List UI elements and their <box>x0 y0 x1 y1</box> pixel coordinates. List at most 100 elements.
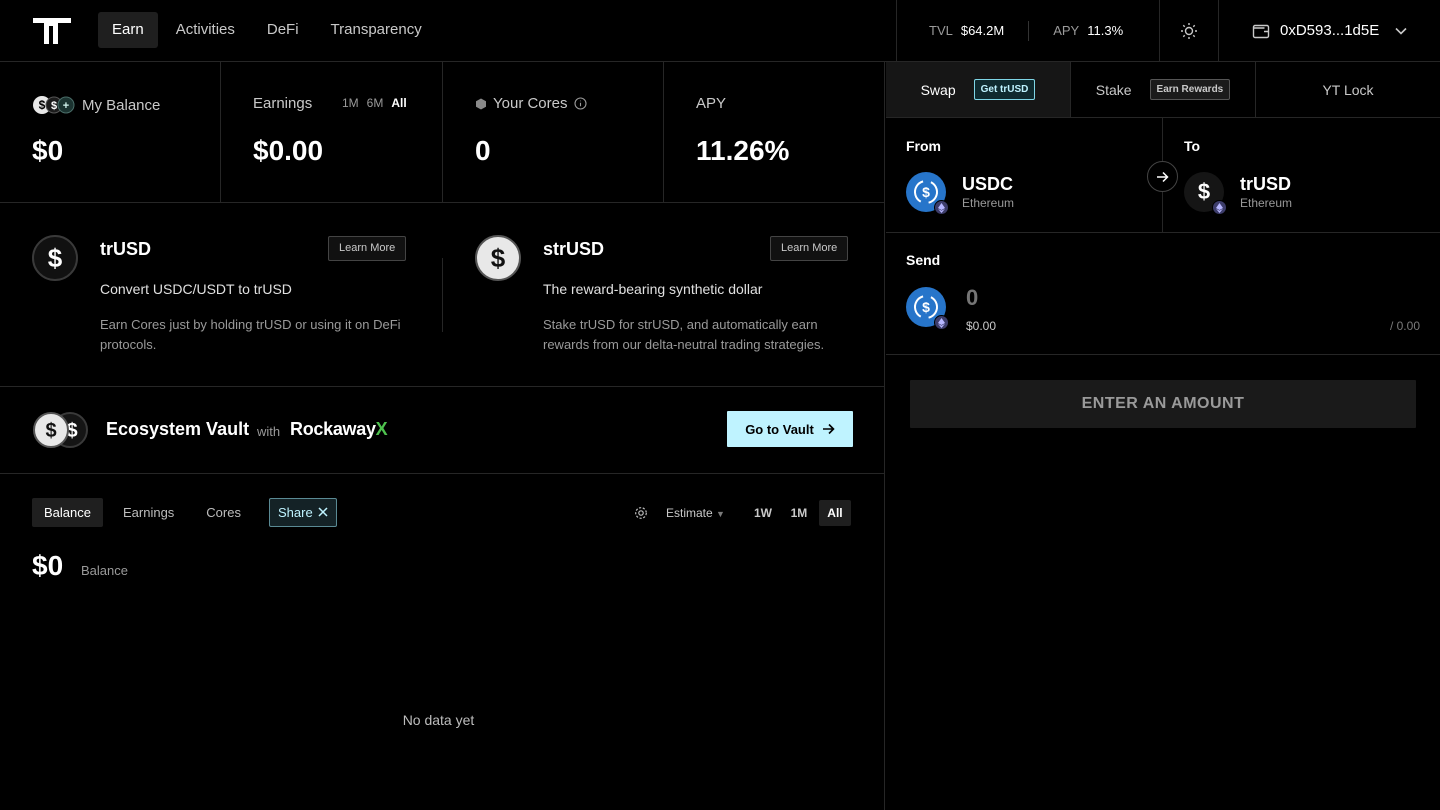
send-label: Send <box>906 252 941 268</box>
trufi-logo[interactable] <box>32 17 72 45</box>
earnings-value: $0.00 <box>253 135 324 166</box>
send-balance[interactable]: / 0.00 <box>1390 319 1420 333</box>
cores-card: Your Cores 0 <box>443 62 664 203</box>
estimate-dropdown[interactable]: Estimate ▼ <box>666 506 725 520</box>
cores-label: Your Cores <box>493 95 568 112</box>
from-token-selector[interactable]: From $ USDC Ethereum <box>886 118 1163 233</box>
rockaway-x: X <box>375 419 388 439</box>
cores-value: 0 <box>475 135 491 166</box>
get-trusd-badge: Get trUSD <box>973 79 1036 100</box>
period-all[interactable]: All <box>391 96 406 110</box>
to-token-selector[interactable]: To $ trUSD Ethereum <box>1164 118 1440 233</box>
strusd-learn-more-button[interactable]: Learn More <box>770 236 849 261</box>
stats-row: $ $ + My Balance $0 Earnings 1M 6M All $… <box>0 62 885 203</box>
wallet-icon <box>1252 24 1270 38</box>
share-on-x-button[interactable]: Share <box>268 498 338 527</box>
send-section: Send $ $0.00 / 0.00 <box>886 233 1440 355</box>
info-icon[interactable] <box>573 97 587 110</box>
to-chain-name: Ethereum <box>1240 196 1293 210</box>
strusd-name: strUSD <box>543 239 605 259</box>
strusd-subtitle: The reward-bearing synthetic dollar <box>543 281 763 297</box>
nav-earn[interactable]: Earn <box>98 12 158 48</box>
svg-text:$: $ <box>51 100 57 112</box>
from-label: From <box>906 138 941 154</box>
tvl-value: $64.2M <box>960 23 1005 38</box>
balance-value: $0 <box>32 135 64 166</box>
cores-title: Your Cores <box>475 95 587 112</box>
main-nav: Earn Activities DeFi Transparency <box>98 12 436 48</box>
estimate-label: Estimate <box>666 506 713 520</box>
trusd-coin-icon: $ <box>32 235 78 281</box>
apy-card: APY 11.26% <box>664 62 885 203</box>
chevron-down-icon <box>1395 27 1407 35</box>
trusd-subtitle: Convert USDC/USDT to trUSD <box>100 281 292 297</box>
theme-toggle-button[interactable] <box>1159 0 1219 61</box>
period-1m[interactable]: 1M <box>342 96 359 110</box>
svg-text:$: $ <box>39 98 46 112</box>
ecosystem-vault-row: $ $ Ecosystem Vault with RockawayX Go to… <box>0 387 885 474</box>
apy-card-label: APY <box>696 95 727 112</box>
range-1m[interactable]: 1M <box>783 500 815 526</box>
svg-text:$: $ <box>45 420 56 442</box>
to-token-name: trUSD <box>1240 174 1292 194</box>
earnings-label: Earnings <box>253 95 313 112</box>
balance-label: My Balance <box>82 96 161 114</box>
svg-text:$: $ <box>922 299 930 315</box>
from-chain-name: Ethereum <box>962 196 1015 210</box>
strusd-coin-icon: $ <box>475 235 521 281</box>
chart-controls: Estimate ▼ 1W 1M All <box>634 500 851 526</box>
trusd-card: $ trUSD Learn More Convert USDC/USDT to … <box>0 203 442 387</box>
tab-yt-lock[interactable]: YT Lock <box>1256 62 1440 117</box>
nav-defi[interactable]: DeFi <box>253 12 313 48</box>
tab-cores[interactable]: Cores <box>194 498 253 527</box>
range-all[interactable]: All <box>818 500 851 526</box>
gear-icon[interactable] <box>634 506 648 520</box>
enter-amount-button[interactable]: ENTER AN AMOUNT <box>910 380 1416 428</box>
divider <box>1028 20 1030 41</box>
usdc-icon: $ <box>906 172 949 215</box>
ethereum-badge-icon <box>934 315 949 330</box>
period-6m[interactable]: 6M <box>367 96 384 110</box>
svg-text:$: $ <box>922 184 930 200</box>
nav-transparency[interactable]: Transparency <box>317 12 436 48</box>
x-logo-icon <box>318 507 328 517</box>
swap-direction-button[interactable] <box>1147 161 1178 192</box>
top-bar: Earn Activities DeFi Transparency TVL $6… <box>0 0 1440 62</box>
tab-stake[interactable]: Stake Earn Rewards <box>1071 62 1256 117</box>
earn-rewards-badge: Earn Rewards <box>1149 79 1231 100</box>
wallet-button[interactable]: 0xD593...1d5E <box>1240 0 1430 61</box>
vault-title: Ecosystem Vault <box>106 419 250 439</box>
tab-swap-label: Swap <box>920 81 956 98</box>
nav-activities[interactable]: Activities <box>162 12 249 48</box>
vault-coins-icon: $ $ <box>33 412 88 448</box>
go-to-vault-button[interactable]: Go to Vault <box>727 411 853 447</box>
earnings-period-selector: 1M 6M All <box>342 96 407 110</box>
hexagon-icon <box>476 98 486 109</box>
from-token-name: USDC <box>962 174 1014 194</box>
apy-label: APY <box>1053 23 1080 38</box>
send-amount-input[interactable] <box>966 285 1266 311</box>
chart-empty-state: No data yet <box>402 712 475 728</box>
protocol-stats: TVL $64.2M APY 11.3% <box>896 0 1123 61</box>
swap-panel: Swap Get trUSD Stake Earn Rewards YT Loc… <box>886 62 1440 810</box>
tab-earnings[interactable]: Earnings <box>111 498 186 527</box>
balance-title: $ $ + My Balance <box>32 95 160 115</box>
range-1w[interactable]: 1W <box>747 500 779 526</box>
tab-yt-lock-label: YT Lock <box>1322 81 1374 98</box>
apy-card-value: 11.26% <box>696 135 790 166</box>
tab-swap[interactable]: Swap Get trUSD <box>886 62 1071 117</box>
tab-stake-label: Stake <box>1095 81 1132 98</box>
earn-panel: $ $ + My Balance $0 Earnings 1M 6M All $… <box>0 62 885 810</box>
svg-text:+: + <box>63 100 69 112</box>
sun-icon <box>1181 22 1197 39</box>
strusd-description: Stake trUSD for strUSD, and automaticall… <box>543 317 825 352</box>
chart-balance-label: Balance <box>81 563 128 578</box>
trusd-description: Earn Cores just by holding trUSD or usin… <box>100 317 401 352</box>
trusd-learn-more-button[interactable]: Learn More <box>328 236 407 261</box>
earnings-card: Earnings 1M 6M All $0.00 <box>221 62 443 203</box>
tab-balance[interactable]: Balance <box>32 498 103 527</box>
to-label: To <box>1184 138 1201 154</box>
rockaway-brand: Rockaway <box>290 419 376 439</box>
wallet-address: 0xD593...1d5E <box>1280 22 1380 39</box>
share-label: Share <box>277 505 313 520</box>
